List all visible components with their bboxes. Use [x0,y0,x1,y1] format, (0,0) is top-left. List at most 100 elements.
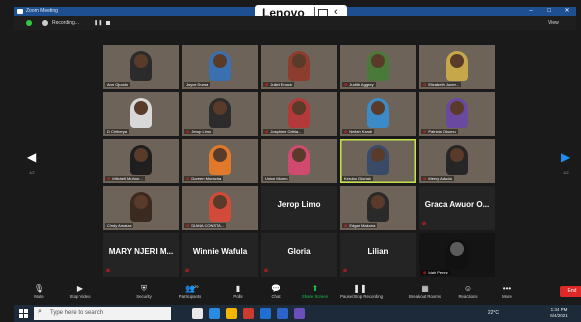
participant-tile[interactable]: Lilian ⊘ [340,233,416,277]
clock-date: 6/4/2021 [550,313,568,318]
participant-tile[interactable]: ⊘ Mercy Aduda [419,139,495,183]
participant-tile[interactable]: ⊘ Josphine Odhia... [261,92,337,136]
participant-name-label: ⊘ Mitchell Muhon... [105,176,145,181]
share-button[interactable]: ⬆ Share Screen [295,283,335,300]
muted-mic-icon: ⊘ [106,268,111,274]
participants-button[interactable]: 👥 29 Participants [170,283,210,300]
participant-name: Juliet Enock [270,82,292,87]
polls-label: Polls [233,294,243,299]
participant-face [213,101,227,115]
chat-label: Chat [271,294,281,299]
participant-name: Mitchell Muhon... [112,176,143,181]
participant-tile[interactable]: Gloria ⊘ [261,233,337,277]
participant-tile[interactable]: Cindy Amaiza [103,186,179,230]
participant-tile[interactable]: ⊘ Jerop Limo [182,92,258,136]
close-button[interactable]: ✕ [560,7,574,16]
participant-tile[interactable]: MARY NJERI M... ⊘ [103,233,179,277]
video-button[interactable]: ▶ Stop Video [60,283,100,300]
participant-tile[interactable]: Winnie Wafula ⊘ [182,233,258,277]
participant-tile[interactable]: ⊘ Idah Perez [419,233,495,277]
participant-face [134,101,148,115]
minimize-button[interactable]: – [524,7,538,16]
participant-tile[interactable]: ⊘ Patricia Okumu [419,92,495,136]
windows-start-icon[interactable] [19,309,28,318]
store-icon[interactable] [243,308,254,319]
recording-bar: Recording... ❚❚ View [14,16,576,30]
recording-label: Recording... [52,20,79,26]
participant-tile[interactable]: ⊘ Judith Aggrey [340,45,416,89]
participant-name: Elizabeth Juner... [428,82,460,87]
chat-button[interactable]: 💬 Chat [256,283,296,300]
record-button[interactable]: ❚❚ Pause/Stop Recording [340,283,383,300]
participant-tile[interactable]: ⊘ Edgar Makona [340,186,416,230]
participant-name: Joyce Duma [186,82,209,87]
participant-tile[interactable]: Graca Awuor O... ⊘ [419,186,495,230]
view-toggle[interactable]: View [548,16,559,30]
taskbar-search-box[interactable]: ⌕ Type here to search [34,307,171,320]
stop-recording-icon[interactable] [106,21,110,25]
participant-tile[interactable]: ⊘ Mitchell Muhon... [103,139,179,183]
participant-name: Jerop Limo [191,129,212,134]
system-tray: 22°C 1:34 PM 6/4/2021 [443,305,573,322]
next-page-arrow-icon[interactable]: ▶ [561,150,570,164]
breakout-button[interactable]: ▦ Breakout Rooms [405,283,445,300]
reactions-button[interactable]: ☺ Reactions [448,283,488,300]
clock[interactable]: 1:34 PM 6/4/2021 [545,307,573,319]
participant-face [371,54,385,68]
teams-icon[interactable] [294,308,305,319]
mail-icon[interactable] [260,308,271,319]
participant-name-label: ⊘ Elizabeth Juner... [421,82,462,87]
end-meeting-button[interactable]: End [560,286,581,297]
participant-name-label: ⊘ Juliet Enock [263,82,294,87]
security-label: Security [136,294,152,299]
reactions-icon: ☺ [463,284,473,293]
participant-name: Idah Perez [428,270,448,275]
maximize-button[interactable]: □ [542,7,556,16]
participant-name: DIANA CONSTA... [191,223,225,228]
participant-face [450,148,464,162]
mute-icon: 🎙 [33,284,45,293]
security-icon: ⛨ [141,284,147,293]
muted-mic-icon: ⊘ [186,223,190,228]
task-view-icon[interactable] [192,308,203,319]
participant-name-display: MARY NJERI M... [108,247,174,256]
participant-tile[interactable]: Unice Mumo [261,139,337,183]
participants-icon: 👥 [185,284,195,293]
window-title: Zoom Meeting [26,8,58,14]
next-page-indicator: 1/2 [563,170,569,175]
participant-face [213,195,227,209]
pause-recording-icon[interactable]: ❚❚ [94,16,102,30]
muted-mic-icon: ⊘ [344,82,348,87]
participant-name-display: Graca Awuor O... [424,200,490,209]
muted-mic-icon: ⊘ [107,176,111,181]
participant-tile[interactable]: Ann Ojuodo [103,45,179,89]
participant-tile[interactable]: D Chiherya [103,92,179,136]
participant-tile[interactable]: ⊘ Juliet Enock [261,45,337,89]
file-explorer-icon[interactable] [226,308,237,319]
participant-name-label: ⊘ Patricia Okumu [421,129,458,134]
search-placeholder: Type here to search [50,310,104,316]
participant-face [292,148,306,162]
participant-face [213,54,227,68]
participant-tile[interactable]: Joyce Duma [182,45,258,89]
more-button[interactable]: ••• More [487,283,527,300]
mute-button[interactable]: 🎙 Mute [19,283,59,300]
security-shield-icon[interactable] [26,20,32,26]
weather-readout[interactable]: 22°C [488,305,499,322]
participant-name-label: Joyce Duma [184,82,211,87]
participant-name-label: ⊘ Idah Perez [421,270,450,275]
participant-tile[interactable]: ⊘ Elizabeth Juner... [419,45,495,89]
word-icon[interactable] [277,308,288,319]
participant-tile[interactable]: Kerubo Gloriah [340,139,416,183]
video-label: Stop Video [69,294,91,299]
participant-tile[interactable]: ⊘ Doreen Moracha [182,139,258,183]
participant-name-label: Kerubo Gloriah [342,176,373,181]
prev-page-arrow-icon[interactable]: ◀ [27,150,36,164]
participant-tile[interactable]: Jerop Limo [261,186,337,230]
participant-tile[interactable]: ⊘ Neilah Kandi [340,92,416,136]
polls-button[interactable]: ▮ Polls [218,283,258,300]
participant-name-label: ⊘ Doreen Moracha [184,176,224,181]
edge-icon[interactable] [209,308,220,319]
security-button[interactable]: ⛨ Security [124,283,164,300]
participant-tile[interactable]: ⊘ DIANA CONSTA... [182,186,258,230]
